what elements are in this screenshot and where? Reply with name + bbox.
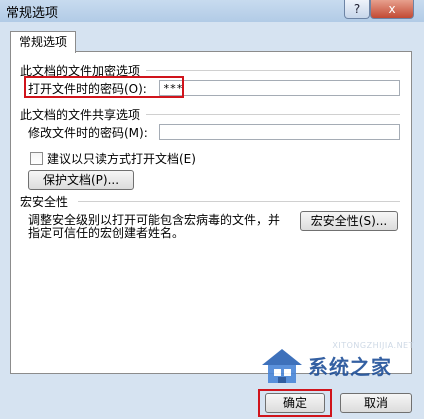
close-button[interactable]: x [370, 0, 414, 19]
sharing-group-title: 此文档的文件共享选项 [20, 108, 141, 122]
modify-password-field[interactable] [159, 124, 400, 140]
readonly-label: 建议以只读方式打开文档(E) [47, 152, 196, 166]
encryption-separator [146, 70, 400, 71]
title-bar: 常规选项 ? x [0, 0, 424, 23]
watermark-text: 系统之家 [308, 355, 392, 379]
macro-description-line2: 指定可信任的宏创建者姓名。 [28, 226, 185, 240]
house-logo-icon [262, 349, 302, 383]
tab-general-options[interactable]: 常规选项 [10, 31, 76, 53]
protect-document-button[interactable]: 保护文档(P)... [28, 170, 134, 190]
help-button[interactable]: ? [344, 0, 370, 19]
window-title: 常规选项 [6, 6, 59, 21]
open-password-field[interactable]: *** [159, 80, 400, 96]
macro-group-title: 宏安全性 [20, 195, 69, 209]
watermark-url: XITONGZHIJIA.NET [332, 341, 414, 350]
modify-password-label: 修改文件时的密码(M): [28, 126, 148, 140]
highlight-password [24, 76, 184, 98]
highlight-ok [258, 389, 332, 417]
sharing-separator [146, 114, 400, 115]
readonly-checkbox[interactable] [30, 152, 43, 165]
watermark-logo: XITONGZHIJIA.NET 系统之家 [258, 341, 418, 387]
cancel-button[interactable]: 取消 [340, 393, 412, 413]
macro-separator [78, 201, 400, 202]
macro-security-button[interactable]: 宏安全性(S)... [300, 211, 398, 231]
